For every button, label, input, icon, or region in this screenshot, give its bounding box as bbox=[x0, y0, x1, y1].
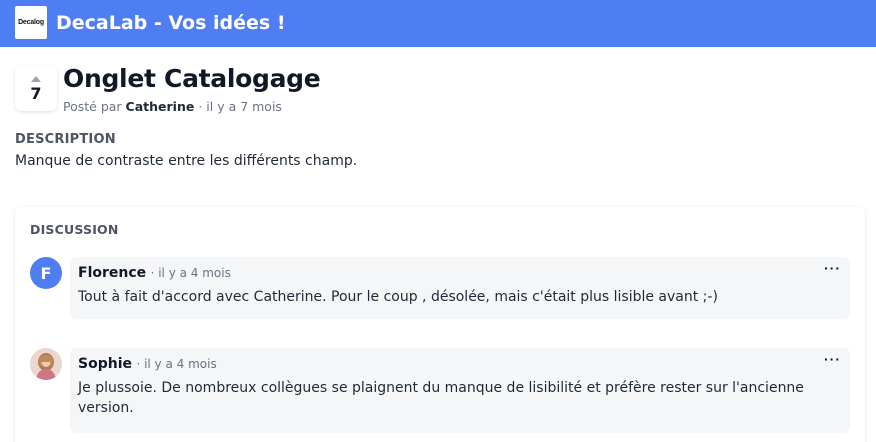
comment-bubble: Sophie · il y a 4 mois Je plussoie. De n… bbox=[70, 348, 850, 433]
description-text: Manque de contraste entre les différents… bbox=[15, 153, 358, 169]
description-label: DESCRIPTION bbox=[15, 132, 116, 147]
comment-author: Florence bbox=[78, 265, 147, 281]
vote-count: 7 bbox=[30, 83, 42, 103]
comment-bubble: Florence · il y a 4 mois Tout à fait d'a… bbox=[70, 257, 850, 319]
comment-text: Je plussoie. De nombreux collègues se pl… bbox=[78, 380, 804, 416]
comment-header: Florence · il y a 4 mois bbox=[78, 265, 842, 281]
profile-photo-icon bbox=[30, 348, 62, 380]
more-options-icon[interactable]: ··· bbox=[824, 352, 841, 366]
decalog-logo[interactable]: Decalog bbox=[15, 6, 47, 39]
comment-time: · il y a 4 mois bbox=[136, 357, 217, 371]
comment-header: Sophie · il y a 4 mois bbox=[78, 356, 842, 372]
post-time: · il y a 7 mois bbox=[198, 99, 282, 114]
post-author: Catherine bbox=[125, 99, 195, 114]
comment-text: Tout à fait d'accord avec Catherine. Pou… bbox=[78, 289, 718, 305]
more-options-icon[interactable]: ··· bbox=[824, 261, 841, 275]
upvote-arrow-icon bbox=[31, 75, 41, 82]
top-bar: Decalog DecaLab - Vos idées ! bbox=[0, 0, 876, 47]
comment-time: · il y a 4 mois bbox=[150, 266, 231, 280]
avatar bbox=[30, 348, 62, 380]
upvote-button[interactable]: 7 bbox=[15, 66, 57, 111]
post-title: Onglet Catalogage bbox=[63, 64, 321, 93]
meta-prefix: Posté par bbox=[63, 99, 122, 114]
discussion-label: DISCUSSION bbox=[30, 222, 119, 237]
post-meta: Posté par Catherine · il y a 7 mois bbox=[63, 99, 282, 114]
comment-author: Sophie bbox=[78, 356, 132, 372]
avatar: F bbox=[30, 257, 62, 289]
app-title[interactable]: DecaLab - Vos idées ! bbox=[56, 12, 286, 34]
discussion-panel: DISCUSSION F Florence · il y a 4 mois To… bbox=[15, 207, 865, 442]
logo-text: Decalog bbox=[18, 19, 44, 26]
